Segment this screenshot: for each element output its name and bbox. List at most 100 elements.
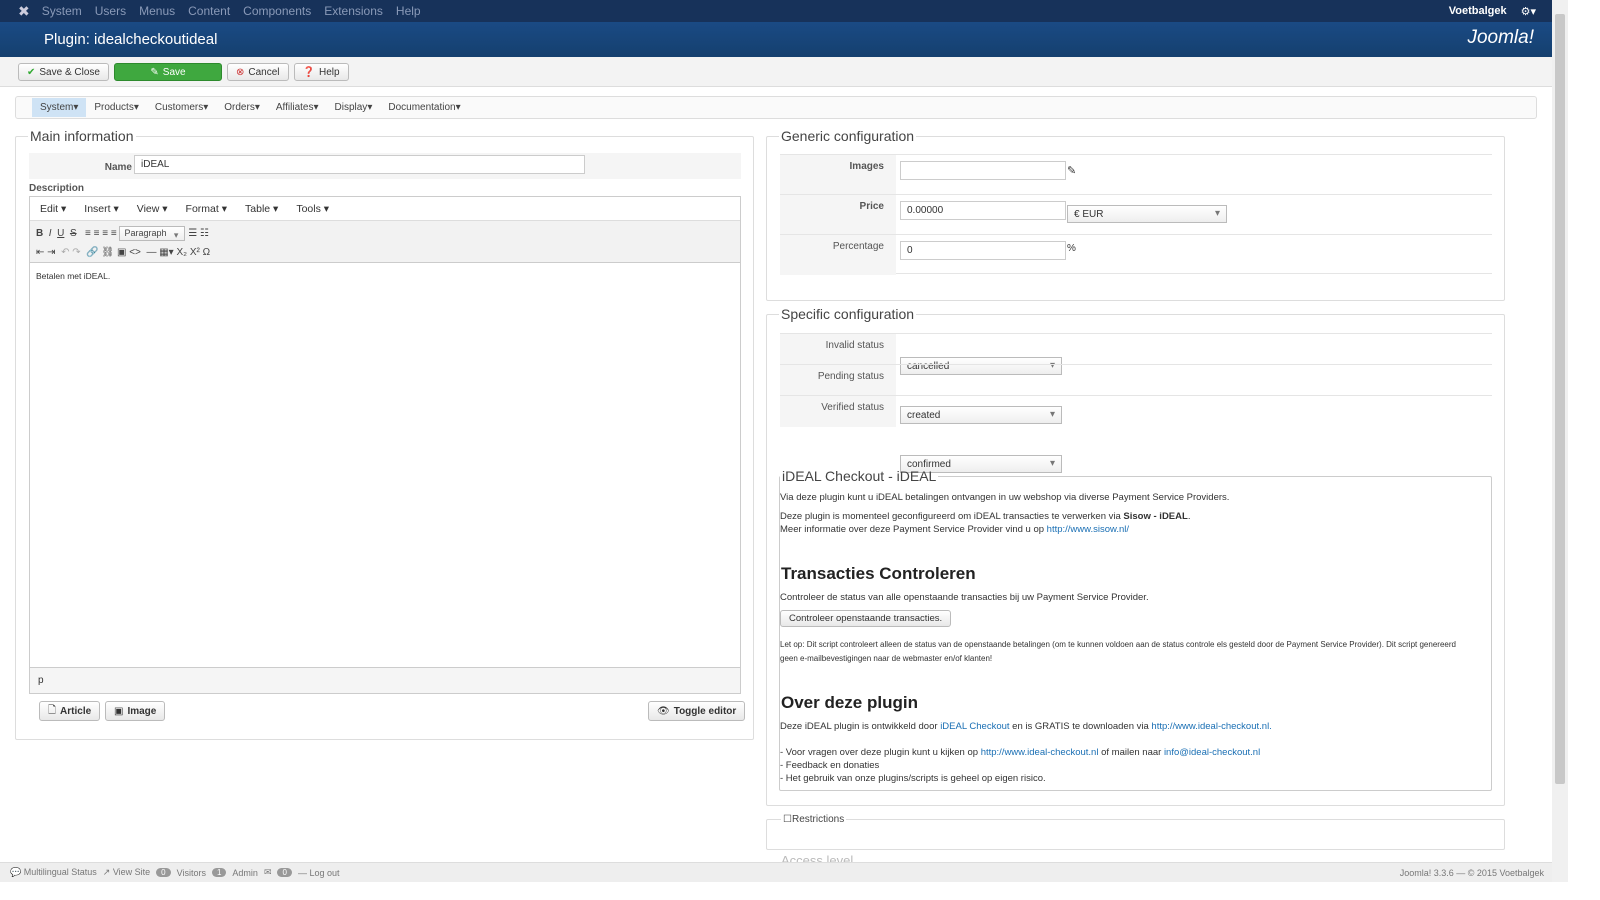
top-navbar: ✖ System Users Menus Content Components … bbox=[0, 0, 1552, 22]
website-link[interactable]: http://www.ideal-checkout.nl bbox=[981, 747, 1099, 758]
picture-icon: ▣ bbox=[114, 705, 124, 717]
bullet-list-icon[interactable]: ☰ bbox=[188, 228, 197, 239]
subscript-icon[interactable]: X₂ bbox=[176, 247, 187, 258]
submenu-orders[interactable]: Orders▾ bbox=[216, 98, 268, 117]
toggle-editor-button[interactable]: 👁 Toggle editor bbox=[648, 701, 746, 721]
menu-components[interactable]: Components bbox=[243, 4, 311, 18]
check-transactions-button[interactable]: Controleer openstaande transacties. bbox=[780, 610, 952, 627]
joomla-logo-icon[interactable]: ✖ bbox=[18, 3, 30, 20]
label: Documentation bbox=[388, 102, 456, 113]
gear-icon[interactable]: ⚙▾ bbox=[1521, 5, 1536, 18]
code-icon[interactable]: <> bbox=[129, 247, 141, 258]
name-input[interactable]: iDEAL bbox=[134, 155, 585, 174]
outdent-icon[interactable]: ⇤ bbox=[36, 247, 44, 258]
table-icon[interactable]: ▦▾ bbox=[159, 247, 173, 258]
percent-sign: % bbox=[1067, 243, 1076, 254]
label: System bbox=[40, 102, 74, 113]
toolbar: ✔ Save & Close ✎ Save ⊗ Cancel ❓ Help bbox=[0, 57, 1552, 87]
transactions-heading: Transacties Controleren bbox=[781, 564, 976, 583]
redo-icon[interactable]: ↷ bbox=[72, 247, 80, 258]
scrollbar-thumb[interactable] bbox=[1555, 14, 1565, 784]
menu-content[interactable]: Content bbox=[188, 4, 230, 18]
currency-select[interactable]: € EUR bbox=[1067, 205, 1227, 223]
site-link[interactable]: Voetbalgek bbox=[1449, 5, 1507, 17]
menu-extensions[interactable]: Extensions bbox=[324, 4, 383, 18]
menu-help[interactable]: Help bbox=[396, 4, 421, 18]
legend: Main information bbox=[30, 128, 134, 144]
ideal-checkout-link[interactable]: iDEAL Checkout bbox=[940, 721, 1009, 732]
percentage-input[interactable]: 0 bbox=[900, 241, 1066, 260]
save-close-button[interactable]: ✔ Save & Close bbox=[18, 63, 109, 81]
label: Multilingual Status bbox=[23, 867, 97, 877]
numbered-list-icon[interactable]: ☷ bbox=[200, 228, 209, 239]
italic-icon[interactable]: I bbox=[49, 228, 52, 239]
menu-menus[interactable]: Menus bbox=[139, 4, 175, 18]
price-input[interactable]: 0.00000 bbox=[900, 201, 1066, 220]
email-link[interactable]: info@ideal-checkout.nl bbox=[1164, 747, 1260, 758]
submenu-display[interactable]: Display▾ bbox=[327, 98, 381, 117]
align-right-icon[interactable]: ≡ bbox=[102, 228, 108, 239]
label: Restrictions bbox=[791, 814, 845, 825]
submenu-system[interactable]: System▾ bbox=[32, 98, 87, 117]
sisow-link[interactable]: http://www.sisow.nl/ bbox=[1047, 524, 1129, 535]
multilingual-status-link[interactable]: 💬 Multilingual Status bbox=[10, 867, 97, 878]
admin-count: 1 bbox=[211, 868, 227, 877]
menu-system[interactable]: System bbox=[42, 4, 82, 18]
verified-status-row: Verified status bbox=[780, 395, 1492, 427]
name-label: Name bbox=[104, 162, 132, 173]
percentage-row: Percentage bbox=[780, 234, 1492, 275]
unlink-icon[interactable]: ⛓ bbox=[101, 247, 114, 258]
editor-menu-format[interactable]: Format ▾ bbox=[186, 203, 227, 215]
save-button[interactable]: ✎ Save bbox=[113, 63, 222, 81]
help-button[interactable]: ❓ Help bbox=[293, 63, 349, 81]
description-label: Description bbox=[29, 183, 85, 194]
strikethrough-icon[interactable]: S bbox=[70, 228, 77, 239]
link-icon[interactable]: 🔗 bbox=[86, 247, 98, 258]
label: View bbox=[136, 202, 160, 215]
align-left-icon[interactable]: ≡ bbox=[85, 228, 91, 239]
editor-menu-view[interactable]: View ▾ bbox=[137, 203, 168, 215]
pending-status-row: Pending status bbox=[780, 364, 1492, 396]
underline-icon[interactable]: U bbox=[57, 228, 64, 239]
bold-icon[interactable]: B bbox=[36, 228, 43, 239]
text: en is GRATIS te downloaden via bbox=[1009, 721, 1152, 732]
submenu-products[interactable]: Products▾ bbox=[86, 98, 147, 117]
submenu-documentation[interactable]: Documentation▾ bbox=[380, 98, 468, 117]
submenu-affiliates[interactable]: Affiliates▾ bbox=[268, 98, 327, 117]
article-button[interactable]: 🗋 Article bbox=[39, 701, 101, 721]
label: Products bbox=[94, 102, 134, 113]
label: Save & Close bbox=[39, 66, 100, 78]
editor-content[interactable]: Betalen met iDEAL. bbox=[30, 263, 740, 667]
page-scrollbar[interactable] bbox=[1552, 0, 1568, 882]
format-select[interactable]: Paragraph bbox=[119, 226, 186, 242]
download-link[interactable]: http://www.ideal-checkout.nl. bbox=[1151, 721, 1271, 732]
questions-text: - Voor vragen over deze plugin kunt u ki… bbox=[780, 747, 1260, 758]
pencil-icon[interactable]: ✎ bbox=[1067, 164, 1076, 177]
restrictions-toggle[interactable]: ☐Restrictions bbox=[781, 814, 846, 825]
editor-menu-tools[interactable]: Tools ▾ bbox=[296, 203, 329, 215]
undo-icon[interactable]: ↶ bbox=[61, 247, 69, 258]
status-footer: 💬 Multilingual Status ↗ View Site 0 Visit… bbox=[0, 862, 1552, 882]
special-char-icon[interactable]: Ω bbox=[203, 247, 210, 258]
menu-users[interactable]: Users bbox=[95, 4, 126, 18]
label: Toggle editor bbox=[673, 705, 737, 717]
indent-icon[interactable]: ⇥ bbox=[47, 247, 55, 258]
hr-icon[interactable]: — bbox=[146, 247, 156, 258]
messages-count[interactable]: 0 bbox=[277, 868, 292, 877]
cancel-button[interactable]: ⊗ Cancel bbox=[226, 63, 289, 81]
image-icon[interactable]: ▣ bbox=[117, 247, 126, 258]
feedback-text: - Feedback en donaties bbox=[780, 760, 880, 771]
images-input[interactable] bbox=[900, 161, 1066, 180]
superscript-icon[interactable]: X² bbox=[190, 247, 200, 258]
justify-icon[interactable]: ≡ bbox=[111, 228, 117, 239]
editor-menu-insert[interactable]: Insert ▾ bbox=[84, 203, 118, 215]
submenu-customers[interactable]: Customers▾ bbox=[147, 98, 216, 117]
image-button[interactable]: ▣ Image bbox=[105, 701, 166, 721]
editor-menu-edit[interactable]: Edit ▾ bbox=[40, 203, 66, 215]
price-label: Price bbox=[780, 195, 896, 235]
editor-menu-table[interactable]: Table ▾ bbox=[245, 203, 278, 215]
logout-link[interactable]: — Log out bbox=[298, 868, 340, 878]
label: Save bbox=[162, 66, 186, 78]
align-center-icon[interactable]: ≡ bbox=[94, 228, 100, 239]
view-site-link[interactable]: ↗ View Site bbox=[103, 867, 150, 878]
